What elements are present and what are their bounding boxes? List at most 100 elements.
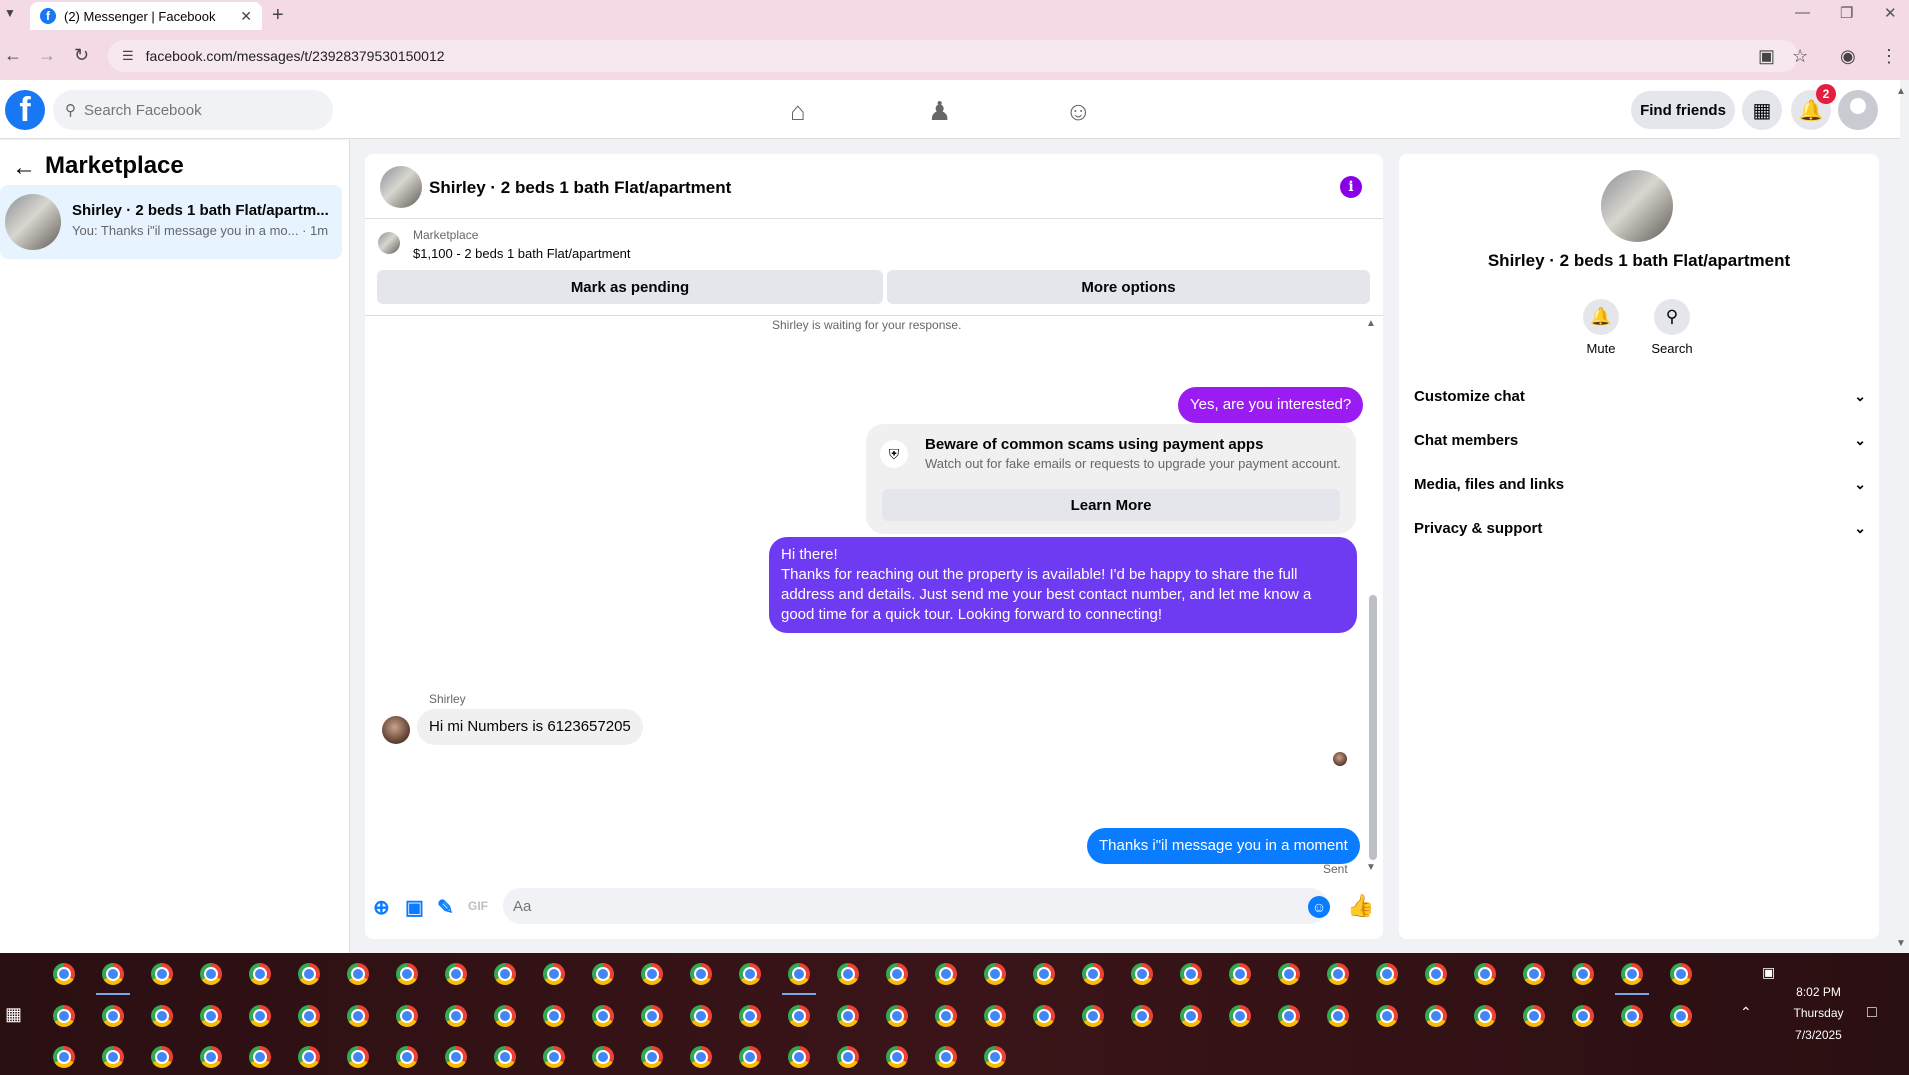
chrome-window-icon[interactable] xyxy=(249,963,271,985)
thumbs-up-icon[interactable]: 👍 xyxy=(1347,893,1374,919)
chrome-window-icon[interactable] xyxy=(739,963,761,985)
chrome-window-icon[interactable] xyxy=(1425,1005,1447,1027)
section-chat-members[interactable]: Chat members ⌄ xyxy=(1414,422,1866,458)
add-actions-icon[interactable]: ⊕ xyxy=(373,895,390,920)
chrome-window-icon[interactable] xyxy=(200,1046,222,1068)
attach-photo-icon[interactable]: ▣ xyxy=(405,895,424,920)
message-composer[interactable] xyxy=(503,888,1328,924)
clock-time[interactable]: 8:02 PM xyxy=(1781,985,1856,999)
chrome-window-icon[interactable] xyxy=(886,1005,908,1027)
chrome-window-icon[interactable] xyxy=(1229,1005,1251,1027)
section-customize-chat[interactable]: Customize chat ⌄ xyxy=(1414,378,1866,414)
chat-scrollbar[interactable] xyxy=(1369,595,1377,860)
chrome-window-icon[interactable] xyxy=(935,1005,957,1027)
chrome-window-icon[interactable] xyxy=(690,963,712,985)
chrome-window-icon[interactable] xyxy=(298,1046,320,1068)
chrome-window-icon[interactable] xyxy=(494,963,516,985)
facebook-logo-icon[interactable]: f xyxy=(5,90,45,130)
chrome-window-icon[interactable] xyxy=(494,1005,516,1027)
chrome-window-icon[interactable] xyxy=(1327,963,1349,985)
account-avatar[interactable] xyxy=(1838,90,1878,130)
chat-avatar[interactable] xyxy=(380,166,422,208)
chrome-window-icon[interactable] xyxy=(935,1046,957,1068)
chrome-window-icon[interactable] xyxy=(445,963,467,985)
chrome-window-icon[interactable] xyxy=(200,1005,222,1027)
forward-icon[interactable]: → xyxy=(38,45,56,66)
friends-icon[interactable]: ♟ xyxy=(928,96,951,127)
chrome-window-icon[interactable] xyxy=(935,963,957,985)
chrome-window-icon[interactable] xyxy=(1425,963,1447,985)
chrome-window-icon[interactable] xyxy=(53,1046,75,1068)
sender-avatar[interactable] xyxy=(382,716,410,744)
chrome-window-icon[interactable] xyxy=(641,963,663,985)
chrome-window-icon[interactable] xyxy=(396,963,418,985)
chrome-window-icon[interactable] xyxy=(1670,963,1692,985)
chrome-window-icon[interactable] xyxy=(445,1005,467,1027)
chrome-window-icon[interactable] xyxy=(1474,963,1496,985)
mute-bell-icon[interactable]: 🔔 xyxy=(1583,299,1619,335)
chrome-window-icon[interactable] xyxy=(1523,963,1545,985)
chrome-window-icon[interactable] xyxy=(1131,1005,1153,1027)
search-input[interactable] xyxy=(84,101,304,119)
section-media-files-links[interactable]: Media, files and links ⌄ xyxy=(1414,466,1866,502)
chrome-window-icon[interactable] xyxy=(788,1005,810,1027)
groups-icon[interactable]: ☺ xyxy=(1065,96,1092,127)
chrome-window-icon[interactable] xyxy=(592,963,614,985)
install-app-icon[interactable]: ▣ xyxy=(1758,46,1775,67)
chrome-window-icon[interactable] xyxy=(1523,1005,1545,1027)
chrome-window-icon[interactable] xyxy=(1082,963,1104,985)
scroll-up-icon[interactable]: ▲ xyxy=(1366,318,1376,329)
message-bubble-outgoing[interactable]: Hi there! Thanks for reaching out the pr… xyxy=(769,537,1357,633)
chrome-window-icon[interactable] xyxy=(690,1005,712,1027)
chrome-window-icon[interactable] xyxy=(592,1005,614,1027)
chrome-window-icon[interactable] xyxy=(543,1046,565,1068)
close-tab-icon[interactable]: ✕ xyxy=(240,8,252,25)
reload-icon[interactable]: ↻ xyxy=(74,45,89,66)
chrome-window-icon[interactable] xyxy=(984,1046,1006,1068)
chrome-window-icon[interactable] xyxy=(739,1005,761,1027)
profile-avatar[interactable] xyxy=(1601,170,1673,242)
chrome-window-icon[interactable] xyxy=(151,963,173,985)
clock-date[interactable]: 7/3/2025 xyxy=(1781,1028,1856,1042)
chrome-window-icon[interactable] xyxy=(1082,1005,1104,1027)
sticker-icon[interactable]: ✎ xyxy=(437,895,454,920)
chrome-window-icon[interactable] xyxy=(53,963,75,985)
chrome-window-icon[interactable] xyxy=(690,1046,712,1068)
message-input[interactable] xyxy=(513,897,1273,915)
chrome-window-icon[interactable] xyxy=(837,1046,859,1068)
chrome-window-icon[interactable] xyxy=(984,1005,1006,1027)
chrome-window-icon[interactable] xyxy=(347,1005,369,1027)
browser-tab[interactable]: f (2) Messenger | Facebook ✕ xyxy=(30,2,262,30)
chrome-window-icon[interactable] xyxy=(249,1005,271,1027)
emoji-icon[interactable]: ☺ xyxy=(1308,896,1330,918)
minimize-icon[interactable]: — xyxy=(1795,4,1810,21)
gif-icon[interactable]: GIF xyxy=(468,899,488,913)
learn-more-button[interactable]: Learn More xyxy=(882,489,1340,521)
info-icon[interactable]: i xyxy=(1340,176,1362,198)
chrome-window-icon[interactable] xyxy=(1278,963,1300,985)
message-bubble-outgoing[interactable]: Thanks i"il message you in a moment xyxy=(1087,828,1360,864)
tray-icon[interactable]: ▣ xyxy=(1762,964,1775,981)
chrome-window-icon[interactable] xyxy=(396,1046,418,1068)
chrome-window-icon[interactable] xyxy=(151,1005,173,1027)
chrome-window-icon[interactable] xyxy=(837,1005,859,1027)
chrome-window-icon[interactable] xyxy=(102,1046,124,1068)
chrome-window-icon[interactable] xyxy=(641,1005,663,1027)
chrome-window-icon[interactable] xyxy=(1572,963,1594,985)
chrome-window-icon[interactable] xyxy=(1670,1005,1692,1027)
page-scroll-down-icon[interactable]: ▼ xyxy=(1896,938,1906,949)
chrome-window-icon[interactable] xyxy=(1180,1005,1202,1027)
chrome-window-icon[interactable] xyxy=(1278,1005,1300,1027)
more-options-button[interactable]: More options xyxy=(887,270,1370,304)
chrome-window-icon[interactable] xyxy=(347,1046,369,1068)
chrome-window-icon[interactable] xyxy=(788,963,810,985)
chrome-window-icon[interactable] xyxy=(396,1005,418,1027)
chrome-window-icon[interactable] xyxy=(347,963,369,985)
back-icon[interactable]: ← xyxy=(4,45,22,66)
window-close-icon[interactable]: ✕ xyxy=(1884,4,1897,22)
chrome-window-icon[interactable] xyxy=(298,963,320,985)
chrome-window-icon[interactable] xyxy=(1474,1005,1496,1027)
chrome-window-icon[interactable] xyxy=(788,1046,810,1068)
chrome-window-icon[interactable] xyxy=(1376,963,1398,985)
mark-as-pending-button[interactable]: Mark as pending xyxy=(377,270,883,304)
